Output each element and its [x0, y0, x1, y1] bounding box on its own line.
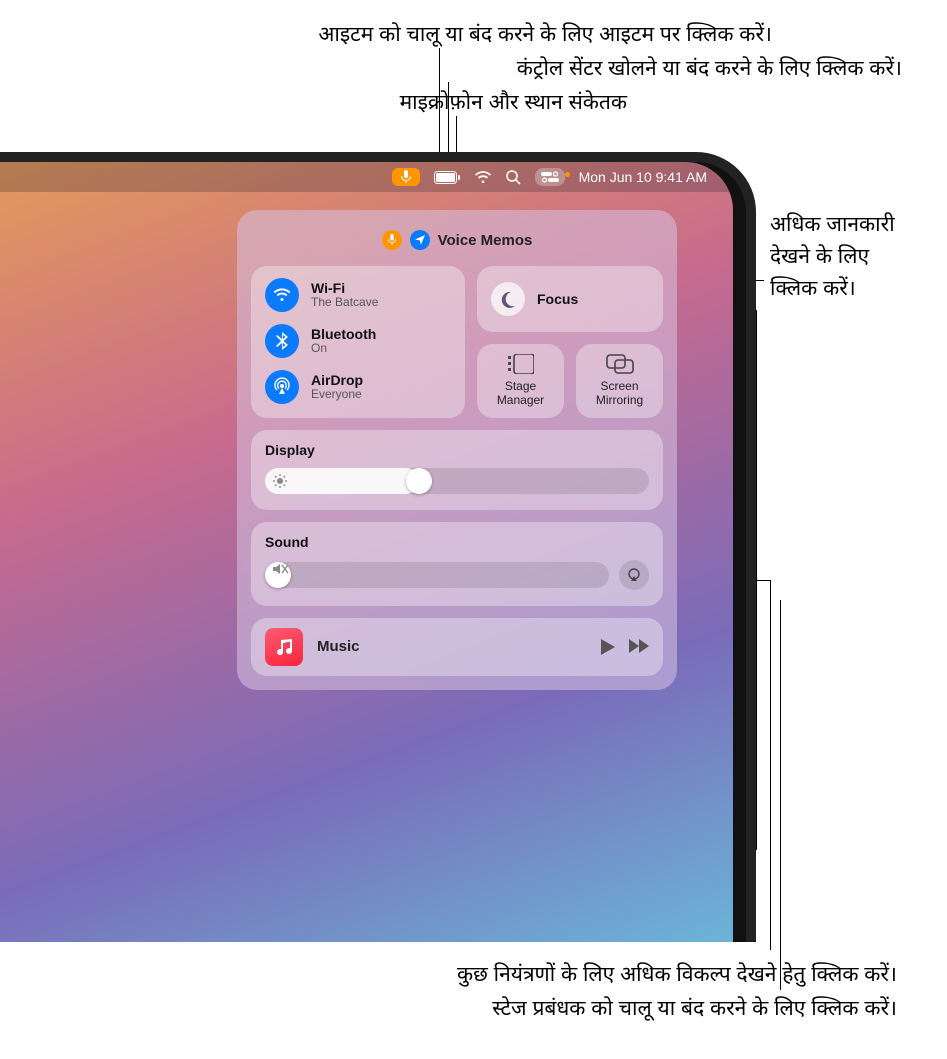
music-title: Music	[317, 638, 587, 655]
airdrop-title: AirDrop	[311, 372, 363, 388]
bluetooth-subtitle: On	[311, 342, 376, 356]
wifi-toggle[interactable]: Wi-Fi The Batcave	[265, 278, 451, 312]
menubar-wifi[interactable]	[474, 171, 492, 184]
wifi-icon	[265, 278, 299, 312]
menubar: Mon Jun 10 9:41 AM	[0, 162, 733, 192]
stage-manager-icon	[508, 354, 534, 374]
screen-mirroring-icon	[606, 354, 634, 374]
location-indicator-badge	[410, 230, 430, 250]
menubar-control-center[interactable]	[535, 168, 565, 186]
mic-icon	[387, 234, 397, 246]
brightness-slider[interactable]	[265, 468, 649, 494]
search-icon	[506, 170, 521, 185]
screen-mirroring-tile[interactable]: Screen Mirroring	[576, 344, 663, 418]
wifi-subtitle: The Batcave	[311, 296, 378, 310]
menubar-mic-indicator[interactable]	[392, 168, 420, 186]
volume-slider[interactable]	[265, 562, 609, 588]
indicator-dot	[565, 172, 570, 177]
mic-indicator-badge	[382, 230, 402, 250]
moon-icon	[491, 282, 525, 316]
device-frame: Mon Jun 10 9:41 AM Voice Memos	[0, 152, 756, 942]
control-center-icon	[541, 171, 559, 183]
callout-text: अधिक जानकारी	[770, 210, 895, 238]
display-label: Display	[265, 442, 649, 458]
callout-text: कंट्रोल सेंटर खोलने या बंद करने के लिए क…	[517, 54, 902, 82]
next-button[interactable]	[629, 639, 649, 655]
slider-thumb[interactable]	[406, 468, 432, 494]
airplay-audio-button[interactable]	[619, 560, 649, 590]
music-tile[interactable]: Music	[251, 618, 663, 676]
speaker-mute-icon	[273, 562, 289, 576]
callout-text: क्लिक करें।	[770, 274, 856, 302]
bluetooth-toggle[interactable]: Bluetooth On	[265, 324, 451, 358]
wifi-title: Wi-Fi	[311, 280, 378, 296]
airdrop-toggle[interactable]: AirDrop Everyone	[265, 370, 451, 404]
callout-text: कुछ नियंत्रणों के लिए अधिक विकल्प देखने …	[457, 960, 897, 988]
menubar-clock[interactable]: Mon Jun 10 9:41 AM	[579, 169, 707, 185]
focus-label: Focus	[537, 291, 578, 307]
callout-text: माइक्रोफ़ोन और स्थान संकेतक	[400, 88, 627, 116]
focus-tile[interactable]: Focus	[477, 266, 663, 332]
callout-line	[770, 580, 771, 950]
battery-icon	[434, 171, 460, 184]
slider-fill	[265, 468, 419, 494]
stage-manager-label: Stage Manager	[481, 380, 560, 408]
callout-text: देखने के लिए	[770, 242, 869, 270]
bluetooth-icon	[265, 324, 299, 358]
connectivity-tile[interactable]: Wi-Fi The Batcave Bluetooth On	[251, 266, 465, 418]
stage-manager-tile[interactable]: Stage Manager	[477, 344, 564, 418]
screen-mirroring-label: Screen Mirroring	[580, 380, 659, 408]
music-app-icon	[265, 628, 303, 666]
menubar-spotlight[interactable]	[506, 170, 521, 185]
active-app-label: Voice Memos	[438, 232, 533, 249]
active-app-row[interactable]: Voice Memos	[251, 230, 663, 250]
screen: Mon Jun 10 9:41 AM Voice Memos	[0, 162, 733, 942]
airplay-icon	[626, 568, 642, 582]
airdrop-subtitle: Everyone	[311, 388, 363, 402]
control-center-panel: Voice Memos Wi-Fi The Batcave	[237, 210, 677, 690]
wifi-icon	[474, 171, 492, 184]
airdrop-icon	[265, 370, 299, 404]
bluetooth-title: Bluetooth	[311, 326, 376, 342]
play-button[interactable]	[601, 639, 615, 655]
forward-icon	[629, 639, 649, 653]
callout-line	[756, 580, 770, 581]
sun-icon	[273, 474, 287, 488]
menubar-battery[interactable]	[434, 171, 460, 184]
callout-text: स्टेज प्रबंधक को चालू या बंद करने के लिए…	[492, 994, 897, 1022]
sound-label: Sound	[265, 534, 649, 550]
callout-line	[780, 600, 781, 990]
display-tile[interactable]: Display	[251, 430, 663, 510]
mic-icon	[400, 170, 412, 184]
callout-text: आइटम को चालू या बंद करने के लिए आइटम पर …	[318, 20, 772, 48]
play-icon	[601, 639, 615, 655]
location-icon	[414, 234, 426, 246]
sound-tile[interactable]: Sound	[251, 522, 663, 606]
